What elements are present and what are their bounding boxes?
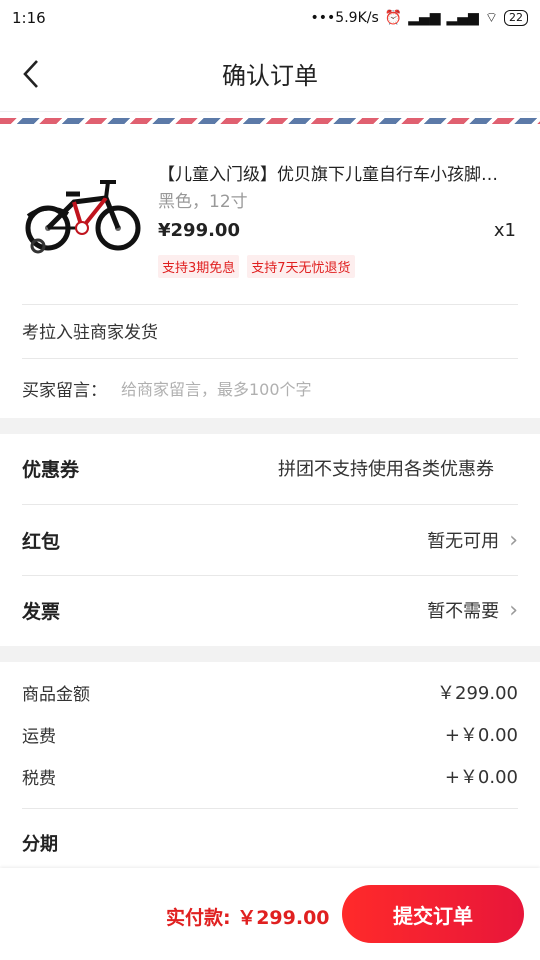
network-speed: •••5.9K/s: [310, 10, 379, 26]
goods-amount-value: ￥299.00: [437, 683, 518, 704]
installment-label: 分期: [22, 834, 58, 855]
nav-bar: 确认订单: [0, 36, 540, 112]
back-button[interactable]: [18, 56, 44, 92]
product-spec: 黑色，12寸: [158, 192, 248, 212]
product-title: 【儿童入门级】优贝旗下儿童自行车小孩脚…: [158, 165, 498, 185]
goods-amount-label: 商品金额: [22, 684, 90, 705]
status-icons: •••5.9K/s ⏰ ▂▄▆ ▂▄▆ ⌔ 22: [311, 9, 528, 27]
invoice-value: 暂不需要: [427, 601, 500, 622]
tag-return: 支持7天无忧退货: [247, 255, 355, 278]
submit-order-button[interactable]: 提交订单: [342, 885, 524, 943]
message-row: 买家留言： 给商家留言，最多100个字: [22, 370, 518, 406]
signal-icon-2: ▂▄▆: [446, 10, 479, 26]
status-time: 1:16: [12, 9, 46, 27]
invoice-row[interactable]: 发票 暂不需要 ›: [22, 590, 518, 630]
shipping-fee-row: 运费 +￥0.00: [22, 718, 518, 750]
divider: [22, 304, 518, 305]
coupon-label: 优惠券: [22, 458, 80, 481]
invoice-label: 发票: [22, 600, 61, 623]
chevron-right-icon: ›: [509, 527, 518, 553]
coupon-row: 优惠券 拼团不支持使用各类优惠券: [22, 448, 518, 488]
red-packet-label: 红包: [22, 530, 61, 553]
product-price: ¥299.00: [158, 220, 240, 241]
goods-amount-row: 商品金额 ￥299.00: [22, 676, 518, 708]
shipping-row: 考拉入驻商家发货: [22, 314, 518, 346]
shipping-fee-label: 运费: [22, 726, 56, 747]
divider: [22, 808, 518, 809]
message-input[interactable]: 给商家留言，最多100个字: [121, 376, 312, 400]
airmail-stripe: [0, 118, 540, 124]
message-label: 买家留言：: [22, 380, 107, 401]
shipping-note: 考拉入驻商家发货: [22, 322, 158, 343]
shipping-fee-value: +￥0.00: [444, 725, 518, 746]
tax-value: +￥0.00: [444, 767, 518, 788]
chevron-left-icon: [23, 60, 38, 88]
tax-row: 税费 +￥0.00: [22, 760, 518, 792]
wifi-icon: ⌔: [484, 10, 498, 26]
section-gap: [0, 418, 540, 434]
divider: [22, 358, 518, 359]
status-bar: 1:16 •••5.9K/s ⏰ ▂▄▆ ▂▄▆ ⌔ 22: [0, 0, 540, 36]
divider: [22, 504, 518, 505]
battery-icon: 22: [504, 10, 528, 26]
signal-icon: ▂▄▆: [408, 10, 441, 26]
chevron-right-icon: ›: [509, 597, 518, 623]
section-gap: [0, 646, 540, 662]
product-tags: 支持3期免息 支持7天无忧退货: [158, 255, 355, 278]
installment-row[interactable]: 分期: [22, 826, 518, 860]
total-amount: 实付款: ￥299.00: [166, 907, 330, 929]
red-packet-row[interactable]: 红包 暂无可用 ›: [22, 520, 518, 560]
tag-installment: 支持3期免息: [158, 255, 240, 278]
bicycle-image: [25, 180, 141, 254]
coupon-value: 拼团不支持使用各类优惠券: [278, 459, 494, 480]
tax-label: 税费: [22, 768, 56, 789]
alarm-icon: ⏰: [384, 10, 403, 26]
page-title: 确认订单: [222, 62, 318, 90]
product-quantity: x1: [493, 220, 516, 241]
red-packet-value: 暂无可用: [427, 531, 500, 552]
divider: [22, 575, 518, 576]
